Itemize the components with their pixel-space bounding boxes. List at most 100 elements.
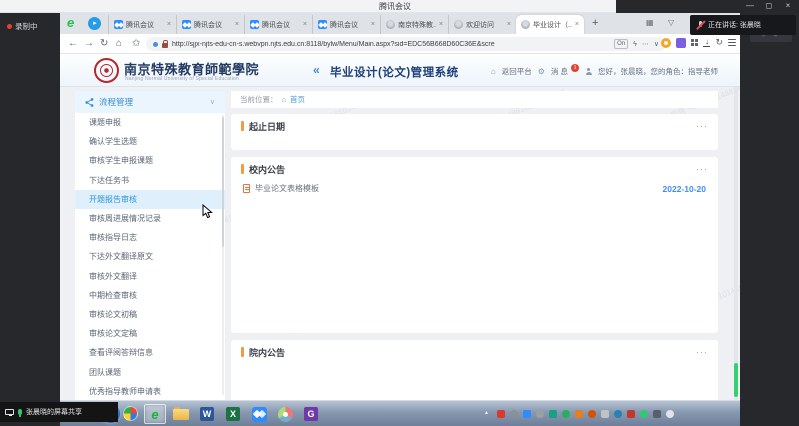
sidebar-item-midterm-check[interactable]: 中期检查审核: [75, 286, 225, 305]
speaking-label: 正在讲话: 张晨晓: [708, 20, 761, 30]
sidebar-item-topic-declare[interactable]: 课题申报: [75, 113, 225, 132]
extension-purple-icon[interactable]: [676, 38, 686, 48]
download-icon[interactable]: ↓: [703, 38, 710, 47]
more-icon[interactable]: ⋯: [642, 40, 649, 48]
minimize-button[interactable]: —: [745, 1, 755, 10]
sidebar-item-team-topic[interactable]: 团队课题: [75, 362, 225, 381]
home-icon[interactable]: ⌂: [116, 38, 122, 50]
pin-tab-icon[interactable]: ✩: [132, 38, 140, 50]
card-menu-icon[interactable]: ···: [696, 121, 708, 131]
tray-icon[interactable]: [627, 410, 635, 418]
tray-icon[interactable]: [588, 410, 596, 418]
tab-close-icon[interactable]: ×: [303, 21, 307, 28]
taskbar-browser-button[interactable]: e: [144, 404, 166, 424]
sidebar-item-excellent-application[interactable]: 优秀指导教师申请表: [75, 382, 225, 400]
taskbar-photos-button[interactable]: [274, 404, 296, 424]
tab-meeting-2[interactable]: 腾讯会议 ×: [176, 15, 244, 34]
password-manager-chip[interactable]: On: [614, 39, 628, 49]
back-to-platform-link[interactable]: 返回平台: [502, 66, 532, 77]
reload-icon[interactable]: ↻: [100, 38, 108, 50]
pinned-app-icon[interactable]: ▸: [88, 17, 101, 30]
breadcrumb-home-link[interactable]: 首页: [290, 94, 305, 105]
tray-icon[interactable]: [575, 410, 583, 418]
tab-meeting-4[interactable]: 腾讯会议 ×: [312, 15, 380, 34]
tray-icon[interactable]: [510, 410, 518, 418]
url-field[interactable]: http://sjjx-njts-edu-cn-s.webvpn.njts.ed…: [146, 37, 666, 51]
taskbar-excel-button[interactable]: X: [222, 404, 244, 424]
restore-button[interactable]: ◻: [764, 1, 774, 10]
announcement-item[interactable]: 毕业论文表格模板 2022-10-20: [231, 181, 718, 194]
tray-icon[interactable]: [549, 410, 557, 418]
tab-thesis-system[interactable]: 毕业设计（... ×: [516, 15, 584, 34]
sidebar: 流程管理 ∨ 课题申报 确认学生选题 审核学生申报课题 下达任务书 开题报告审核…: [75, 91, 225, 400]
breadcrumb-label: 当前位置：: [240, 94, 278, 105]
paper-plane-icon: ▸: [93, 20, 97, 27]
tab-close-icon[interactable]: ×: [167, 21, 171, 28]
card-menu-icon[interactable]: ···: [696, 347, 708, 357]
sidebar-item-defense-info[interactable]: 查看评阅答辩信息: [75, 343, 225, 362]
taskbar-g-app-button[interactable]: G: [300, 404, 322, 424]
tray-icon[interactable]: [523, 410, 531, 418]
reader-mode-icon[interactable]: ▦: [646, 18, 654, 27]
word-icon: W: [200, 407, 214, 421]
sidebar-item-review-student-topic[interactable]: 审核学生申报课题: [75, 151, 225, 170]
taskbar-word-button[interactable]: W: [196, 404, 218, 424]
site-info-icon[interactable]: [153, 42, 158, 47]
tray-icon[interactable]: [536, 410, 544, 418]
sidebar-item-assign-task[interactable]: 下达任务书: [75, 171, 225, 190]
apps-grid-icon[interactable]: [691, 39, 699, 47]
tray-expand-icon[interactable]: ▴: [485, 409, 488, 416]
tray-icon[interactable]: [601, 410, 609, 418]
sidebar-item-guidance-log[interactable]: 审核指导日志: [75, 228, 225, 247]
tab-close-icon[interactable]: ×: [371, 21, 375, 28]
sidebar-item-review-draft[interactable]: 审核论文初稿: [75, 305, 225, 324]
security-ball-icon[interactable]: [123, 406, 138, 421]
quick-launch-icon[interactable]: ϟ: [633, 41, 637, 48]
collapse-chevrons-icon[interactable]: «: [313, 63, 320, 77]
sidebar-scrollbar[interactable]: [222, 115, 225, 395]
menu-icon[interactable]: [728, 39, 736, 46]
tab-university[interactable]: 南京特殊教... ×: [380, 15, 448, 34]
tray-icon[interactable]: [614, 410, 622, 418]
tab-close-icon[interactable]: ×: [575, 21, 579, 28]
sidebar-item-foreign-source[interactable]: 下达外文翻译原文: [75, 247, 225, 266]
tray-icon[interactable]: [653, 410, 661, 418]
chevron-down-icon: ∨: [210, 98, 215, 106]
tab-meeting-3[interactable]: 腾讯会议 ×: [244, 15, 312, 34]
site-topnav: ⌂ 返回平台 ⚙ 消 息 1 您好，张晨晓，您的角色：指导老师: [491, 66, 718, 77]
url-tools: On ϟ ⋯ ∨: [614, 39, 659, 49]
page-scrollbar[interactable]: [734, 87, 738, 400]
taskbar-explorer-button[interactable]: [170, 404, 192, 424]
tab-close-icon[interactable]: ×: [507, 21, 511, 28]
tab-meeting-1[interactable]: 腾讯会议 ×: [108, 15, 176, 34]
messages-link[interactable]: 消 息: [551, 66, 568, 77]
scrollbar-thumb[interactable]: [734, 363, 738, 397]
browser-logo-icon[interactable]: e: [67, 16, 74, 30]
filter-icon[interactable]: ▽: [668, 18, 674, 27]
tray-icon[interactable]: [497, 410, 505, 418]
sidebar-item-review-final[interactable]: 审核论文定稿: [75, 324, 225, 343]
close-button[interactable]: ×: [783, 1, 793, 10]
tab-close-icon[interactable]: ×: [439, 21, 443, 28]
sidebar-item-review-translation[interactable]: 审核外文翻译: [75, 267, 225, 286]
sidebar-group-title: 流程管理: [99, 96, 205, 108]
tray-icon[interactable]: [666, 410, 674, 418]
card-menu-icon[interactable]: ···: [696, 164, 708, 174]
tray-icon[interactable]: [562, 410, 570, 418]
green-mic-icon: [18, 409, 22, 415]
new-tab-button[interactable]: +: [592, 17, 598, 29]
taskbar-meeting-button[interactable]: [248, 404, 270, 424]
tab-close-icon[interactable]: ×: [235, 21, 239, 28]
tray-icon[interactable]: [640, 410, 648, 418]
sidebar-group-header[interactable]: 流程管理 ∨: [75, 91, 225, 113]
browser-e-icon: e: [151, 407, 158, 422]
tab-welcome[interactable]: 欢迎访问 ×: [448, 15, 516, 34]
extension-orange-icon[interactable]: [661, 38, 671, 48]
dropdown-icon[interactable]: ∨: [654, 40, 659, 48]
forward-icon[interactable]: →: [84, 38, 94, 50]
back-icon[interactable]: ←: [68, 38, 78, 50]
undo-icon[interactable]: ↻: [715, 37, 723, 48]
message-count-badge: 1: [571, 64, 579, 72]
card-college-announcements: 院内公告 ···: [231, 340, 718, 400]
sidebar-item-confirm-topic[interactable]: 确认学生选题: [75, 132, 225, 151]
